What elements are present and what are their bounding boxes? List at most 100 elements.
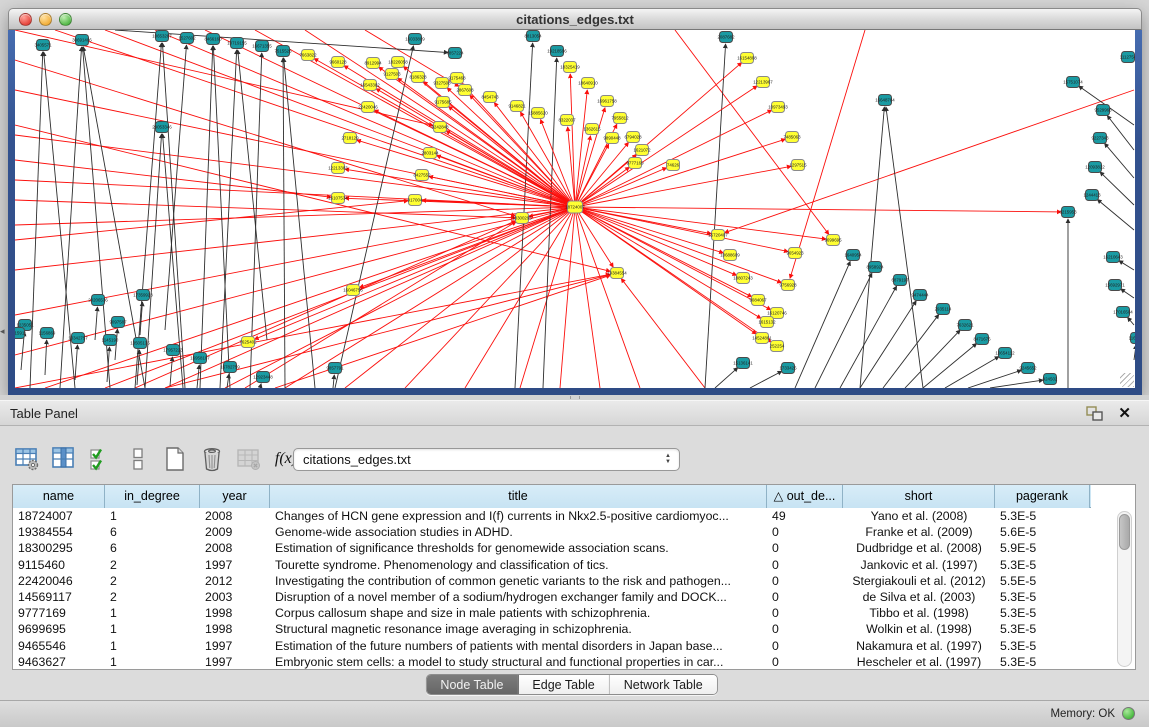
column-header-year[interactable]: year — [200, 485, 270, 508]
table-row[interactable]: 946554611997Estimation of the future num… — [13, 638, 1103, 654]
graph-node-selected[interactable]: 6794028 — [624, 132, 642, 143]
graph-node[interactable]: 1145190 — [102, 335, 119, 346]
tab-network-table[interactable]: Network Table — [610, 675, 717, 695]
graph-node[interactable]: 9529966 — [1094, 105, 1112, 116]
graph-node-selected[interactable]: 1362615 — [583, 124, 601, 135]
table-row[interactable]: 911546021997Tourette syndrome. Phenomeno… — [13, 557, 1103, 573]
graph-node-selected[interactable]: 16107534 — [328, 193, 348, 204]
graph-node[interactable]: 7857224 — [446, 48, 464, 59]
graph-node-selected[interactable]: 14524861 — [752, 333, 772, 344]
graph-node[interactable]: 1244413 — [1083, 190, 1101, 201]
graph-node[interactable]: 8471676 — [973, 334, 991, 345]
graph-node-selected[interactable]: 8186328 — [409, 72, 427, 83]
graph-node-selected[interactable]: 9699695 — [824, 235, 842, 246]
graph-node[interactable]: 17359928 — [133, 290, 153, 301]
graph-node-selected[interactable]: 19384554 — [607, 268, 627, 279]
graph-node[interactable]: 15136141 — [733, 358, 753, 369]
graph-node-selected[interactable]: 18724007 — [565, 201, 585, 213]
graph-node[interactable]: 6879197 — [891, 275, 909, 286]
scrollbar-thumb[interactable] — [1119, 514, 1130, 550]
graph-node-selected[interactable]: 16961758 — [597, 96, 617, 107]
graph-node[interactable]: 29053346 — [152, 122, 172, 133]
graph-node[interactable]: 30691406 — [72, 35, 92, 46]
select-all-columns-icon[interactable] — [88, 446, 114, 472]
graph-node-selected[interactable]: 7663822 — [299, 50, 317, 61]
graph-node-selected[interactable]: 2867608 — [456, 85, 474, 96]
graph-node[interactable]: 16033809 — [405, 34, 425, 45]
splitter-handle[interactable] — [570, 396, 580, 399]
column-header-out_de[interactable]: △ out_de... — [767, 485, 843, 508]
graph-node-selected[interactable]: 18807243 — [733, 273, 753, 284]
graph-node[interactable]: 10654112 — [995, 348, 1015, 359]
graph-node[interactable]: 9474444 — [911, 290, 929, 301]
graph-node[interactable]: 9227343 — [1091, 133, 1109, 144]
graph-node-selected[interactable]: 9777169 — [626, 158, 644, 169]
graph-node-selected[interactable]: 252254 — [770, 341, 785, 352]
graph-node-selected[interactable]: 2803144 — [421, 148, 439, 159]
graph-node-selected[interactable]: 15885620 — [528, 108, 548, 119]
graph-node-selected[interactable]: 9175685 — [434, 97, 452, 108]
graph-node-selected[interactable]: 10973493 — [768, 102, 788, 113]
table-row[interactable]: 1456911722003Disruption of a novel membe… — [13, 589, 1103, 605]
show-column-icon[interactable] — [51, 446, 77, 472]
close-window-button[interactable] — [19, 13, 32, 26]
table-row[interactable]: 946362711997Embryonic stem cells: a mode… — [13, 654, 1103, 670]
graph-node[interactable]: 9245652 — [1019, 363, 1037, 374]
graph-node-selected[interactable]: 8427552 — [413, 170, 431, 181]
table-source-dropdown[interactable]: citations_edges.txt ▲▼ — [293, 448, 680, 471]
graph-node[interactable]: 7515526 — [274, 46, 292, 57]
graph-node-selected[interactable]: 74626 — [667, 160, 680, 171]
table-row[interactable]: 2242004622012Investigating the contribut… — [13, 573, 1103, 589]
graph-node-selected[interactable]: 9146821 — [508, 101, 526, 112]
table-mode-icon[interactable] — [14, 446, 40, 472]
graph-node[interactable]: 16782759 — [220, 362, 240, 373]
graph-node[interactable]: 2935114 — [935, 304, 952, 315]
graph-node[interactable]: 1640954 — [844, 250, 862, 261]
graph-node[interactable]: 9857791 — [326, 363, 344, 374]
graph-node[interactable]: 1112754 — [1120, 52, 1135, 63]
graph-node-selected[interactable]: 9654923 — [786, 248, 804, 259]
memory-status-icon[interactable] — [1122, 707, 1135, 720]
graph-node-selected[interactable]: 7955812 — [611, 113, 629, 124]
graph-node[interactable]: 8466160 — [204, 34, 222, 45]
graph-node-selected[interactable]: 9175468 — [448, 73, 466, 84]
graph-node-selected[interactable]: 18325419 — [560, 62, 580, 73]
graph-node-selected[interactable]: 9127503 — [383, 69, 401, 80]
graph-node-selected[interactable]: 9242848 — [431, 122, 449, 133]
graph-node-selected[interactable]: 10688609 — [720, 250, 740, 261]
table-row[interactable]: 1872400712008Changes of HCN gene express… — [13, 508, 1103, 524]
graph-node[interactable]: 9097587 — [109, 317, 127, 328]
graph-node-selected[interactable]: 1615132 — [758, 317, 776, 328]
graph-node-selected[interactable]: 2718129 — [341, 133, 359, 144]
window-resize-grip[interactable] — [1120, 373, 1134, 387]
graph-node-selected[interactable]: 18640910 — [578, 78, 598, 89]
graph-node[interactable]: 3405571 — [34, 40, 52, 51]
tab-edge-table[interactable]: Edge Table — [518, 675, 609, 695]
graph-node-selected[interactable]: 7625402 — [239, 337, 257, 348]
graph-node-selected[interactable]: 8454743 — [481, 92, 499, 103]
graph-node[interactable]: 16671355 — [252, 41, 272, 52]
graph-node-selected[interactable]: 9756928 — [779, 280, 797, 291]
sidebar-collapse-arrow-icon[interactable]: ◂ — [0, 326, 5, 337]
table-vertical-scrollbar[interactable] — [1117, 511, 1132, 667]
graph-node[interactable]: 12093822 — [1085, 162, 1105, 173]
graph-node[interactable]: 1156869 — [39, 328, 56, 339]
unselect-columns-icon[interactable] — [125, 446, 151, 472]
graph-node[interactable]: 924502 — [1043, 374, 1058, 385]
graph-node-selected[interactable]: 7485063 — [783, 132, 801, 143]
graph-node[interactable]: 1167533 — [1129, 333, 1135, 344]
graph-node[interactable]: 1527602 — [178, 33, 196, 44]
table-row[interactable]: 1938455462009Genome-wide association stu… — [13, 524, 1103, 540]
graph-node[interactable]: 13342757 — [68, 333, 88, 344]
graph-node-selected[interactable]: 16154808 — [737, 53, 757, 64]
graph-node[interactable]: 20206536 — [88, 295, 108, 306]
column-header-title[interactable]: title — [270, 485, 767, 508]
graph-node[interactable]: 1733426 — [779, 363, 797, 374]
tab-node-table[interactable]: Node Table — [426, 675, 518, 695]
graph-node[interactable]: 16958107 — [190, 353, 210, 364]
delete-columns-icon[interactable] — [199, 446, 225, 472]
citation-network-graph[interactable]: 3405571306914061065328715276028466160107… — [15, 30, 1135, 388]
column-header-short[interactable]: short — [843, 485, 995, 508]
graph-node-selected[interactable]: 8322037 — [558, 115, 576, 126]
table-row[interactable]: 977716911998Corpus callosum shape and si… — [13, 605, 1103, 621]
